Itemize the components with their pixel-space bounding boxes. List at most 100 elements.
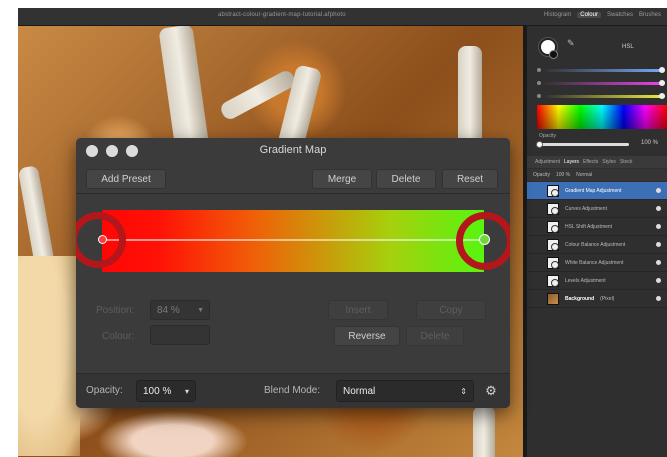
color-model-select[interactable]: HSL (622, 44, 634, 50)
tab-effects[interactable]: Effects (583, 159, 598, 165)
slider-track (545, 68, 665, 72)
slider-knob[interactable] (659, 93, 665, 99)
add-preset-button[interactable]: Add Preset (86, 169, 166, 189)
visibility-toggle[interactable] (656, 206, 661, 211)
gradient-preview-bar[interactable] (102, 210, 484, 272)
colour-swatch-field[interactable] (150, 325, 210, 345)
layer-colour-balance[interactable]: Colour Balance Adjustment (527, 236, 667, 254)
chevron-updown-icon: ⇕ (460, 386, 467, 396)
studio-panel: ✎ HSL Opacity 100 % Adjustment Layers Ef… (527, 26, 667, 457)
layer-hsl[interactable]: HSL Shift Adjustment (527, 218, 667, 236)
opacity-value[interactable]: 100 % (641, 140, 658, 146)
dialog-header: Gradient Map (76, 138, 510, 164)
layer-name: HSL Shift Adjustment (565, 223, 613, 230)
pixel-layer-thumbnail (547, 292, 559, 305)
photo-subject (18, 256, 80, 456)
tab-layers[interactable]: Layers (564, 159, 579, 165)
layer-list: Gradient Map Adjustment Curves Adjustmen… (527, 182, 667, 308)
layer-name: Gradient Map Adjustment (565, 187, 622, 194)
merge-button[interactable]: Merge (312, 169, 372, 189)
tab-brushes[interactable]: Brushes (639, 12, 661, 18)
slider-knob[interactable] (659, 80, 665, 86)
studio-panel-tabs: Histogram Colour Swatches Brushes (544, 12, 661, 18)
visibility-toggle[interactable] (656, 188, 661, 193)
opacity-label: Opacity (539, 133, 556, 139)
visibility-toggle[interactable] (656, 224, 661, 229)
slider-knob[interactable] (659, 67, 665, 73)
layer-background[interactable]: Background (Pixel) (527, 290, 667, 308)
delete-stop-button[interactable]: Delete (406, 326, 464, 346)
blend-mode-value: Normal (343, 385, 376, 397)
adjustment-layer-icon (547, 238, 559, 251)
position-field[interactable]: 84 % ▼ (150, 300, 210, 320)
hue-slider[interactable] (537, 65, 665, 75)
dialog-title: Gradient Map (259, 144, 327, 156)
layers-panel-tabs: Adjustment Layers Effects Styles Stock (527, 156, 667, 168)
eyedropper-icon[interactable]: ✎ (567, 38, 579, 50)
layer-gradient-map[interactable]: Gradient Map Adjustment (527, 182, 667, 200)
tab-stock[interactable]: Stock (620, 159, 633, 165)
color-spectrum[interactable] (537, 105, 667, 129)
adjustment-layer-icon (547, 256, 559, 269)
adjustment-layer-icon (547, 202, 559, 215)
secondary-color-swatch[interactable] (549, 50, 558, 59)
layer-opacity-value[interactable]: 100 % (556, 172, 570, 178)
layer-curves[interactable]: Curves Adjustment (527, 200, 667, 218)
reset-button[interactable]: Reset (442, 169, 498, 189)
chevron-down-icon: ▼ (197, 306, 204, 314)
layer-options-bar: Opacity 100 % Normal (527, 169, 667, 181)
saturation-slider[interactable] (537, 78, 665, 88)
slider-dot-icon (537, 68, 541, 72)
slider-dot-icon (537, 94, 541, 98)
visibility-toggle[interactable] (656, 278, 661, 283)
tab-styles[interactable]: Styles (602, 159, 616, 165)
delete-preset-button[interactable]: Delete (376, 169, 436, 189)
position-value: 84 % (157, 304, 180, 316)
visibility-toggle[interactable] (656, 242, 661, 247)
reverse-button[interactable]: Reverse (334, 326, 400, 346)
layer-levels[interactable]: Levels Adjustment (527, 272, 667, 290)
layer-white-balance[interactable]: White Balance Adjustment (527, 254, 667, 272)
highlight-ring-end (456, 212, 510, 270)
photo-subject-arm (98, 411, 248, 457)
tab-colour[interactable]: Colour (577, 12, 601, 18)
gradient-stop-track[interactable] (102, 239, 484, 241)
adjustment-layer-icon (547, 184, 559, 197)
position-label: Position: (96, 305, 135, 316)
layer-type: (Pixel) (600, 295, 615, 302)
copy-button[interactable]: Copy (416, 300, 486, 320)
layer-blend-mode[interactable]: Normal (576, 172, 592, 178)
layer-name: Curves Adjustment (565, 205, 607, 212)
blend-mode-select[interactable]: Normal ⇕ (336, 380, 474, 402)
tab-adjustment[interactable]: Adjustment (535, 159, 560, 165)
adjustment-layer-icon (547, 274, 559, 287)
dialog-footer: Opacity: 100 % ▾ Blend Mode: Normal ⇕ ⚙ (76, 373, 510, 408)
layer-name: Background (565, 295, 595, 302)
opacity-value: 100 % (143, 385, 172, 397)
birch-trunk (473, 406, 495, 457)
gradient-map-dialog: Gradient Map Add Preset Merge Delete Res… (76, 138, 510, 408)
visibility-toggle[interactable] (656, 260, 661, 265)
blend-mode-label: Blend Mode: (264, 385, 321, 396)
lightness-slider[interactable] (537, 91, 665, 101)
opacity-field[interactable]: 100 % ▾ (136, 380, 196, 402)
tab-histogram[interactable]: Histogram (544, 12, 571, 18)
opacity-slider[interactable] (536, 141, 629, 148)
gradient-editor (76, 195, 510, 293)
insert-button[interactable]: Insert (328, 300, 388, 320)
layer-opacity-label: Opacity (533, 172, 550, 178)
slider-track (545, 81, 665, 85)
opacity-label: Opacity: (86, 385, 123, 396)
slider-knob[interactable] (536, 141, 543, 148)
layer-name: White Balance Adjustment (565, 259, 624, 266)
slider-dot-icon (537, 81, 541, 85)
lock-icon[interactable] (656, 296, 661, 301)
gear-icon[interactable]: ⚙ (484, 384, 498, 398)
document-title: abstract-colour-gradient-map-tutorial.af… (218, 12, 346, 18)
tab-swatches[interactable]: Swatches (607, 12, 633, 18)
colour-label: Colour: (102, 331, 135, 342)
adjustment-layer-icon (547, 220, 559, 233)
layer-name: Colour Balance Adjustment (565, 241, 626, 248)
dialog-toolbar: Add Preset Merge Delete Reset (76, 164, 510, 194)
slider-track (545, 94, 665, 98)
